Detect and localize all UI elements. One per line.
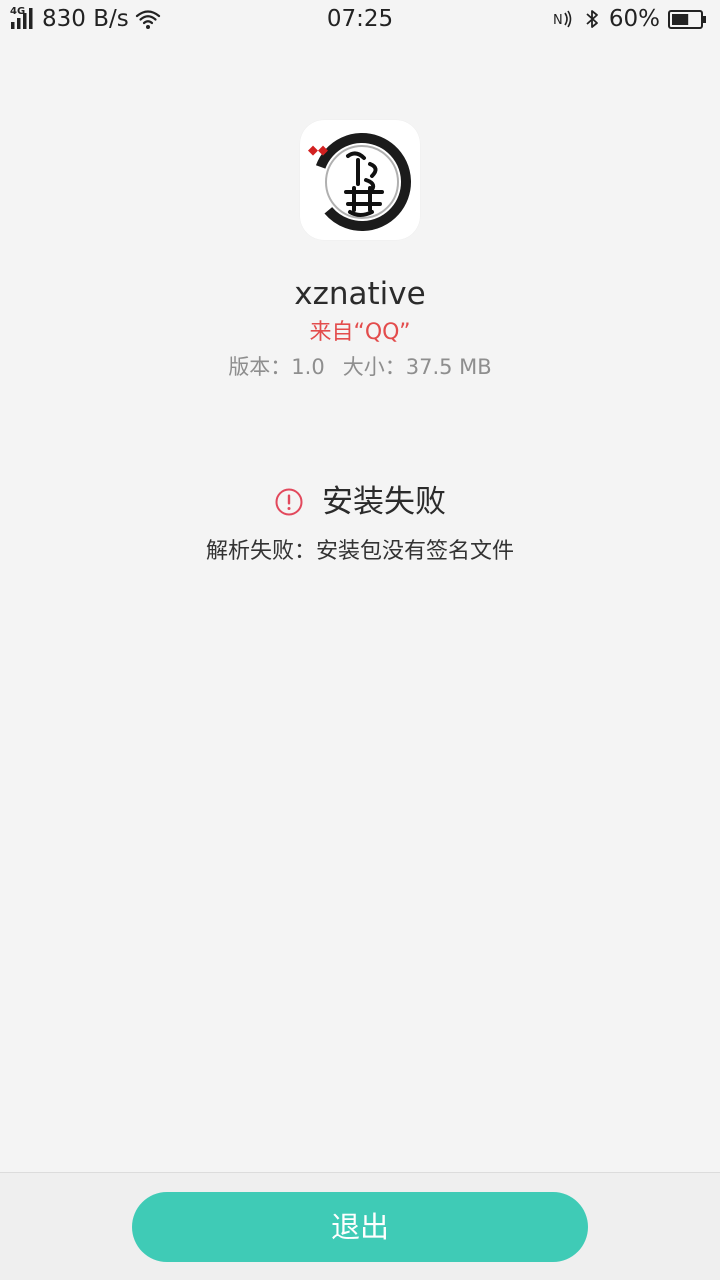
status-bar: 4G 830 B/s 07:25 N 60% — [0, 0, 720, 40]
nfc-icon: N — [551, 7, 575, 31]
app-name: xznative — [294, 276, 426, 312]
install-result-screen: 4G 830 B/s 07:25 N 60% ◆◆ xznative 来自“QQ… — [0, 0, 720, 1280]
app-icon: ◆◆ — [300, 120, 420, 240]
app-meta: 版本：1.0 大小：37.5 MB — [0, 352, 720, 382]
battery-percent: 60% — [608, 6, 660, 32]
error-header: 安装失败 — [0, 480, 720, 524]
error-title: 安装失败 — [322, 484, 446, 520]
exit-button[interactable]: 退出 — [132, 1192, 588, 1262]
app-size: 大小：37.5 MB — [342, 355, 492, 379]
app-source: 来自“QQ” — [309, 320, 411, 345]
bottom-bar: 退出 — [0, 1172, 720, 1280]
bluetooth-icon — [583, 7, 601, 31]
error-detail: 解析失败：安装包没有签名文件 — [205, 539, 514, 564]
battery-icon — [668, 7, 708, 31]
svg-text:◆◆: ◆◆ — [308, 143, 328, 158]
status-bar-right: N 60% — [551, 5, 708, 33]
app-version: 版本：1.0 — [228, 355, 325, 379]
svg-text:N: N — [553, 13, 563, 28]
error-icon — [274, 487, 304, 517]
